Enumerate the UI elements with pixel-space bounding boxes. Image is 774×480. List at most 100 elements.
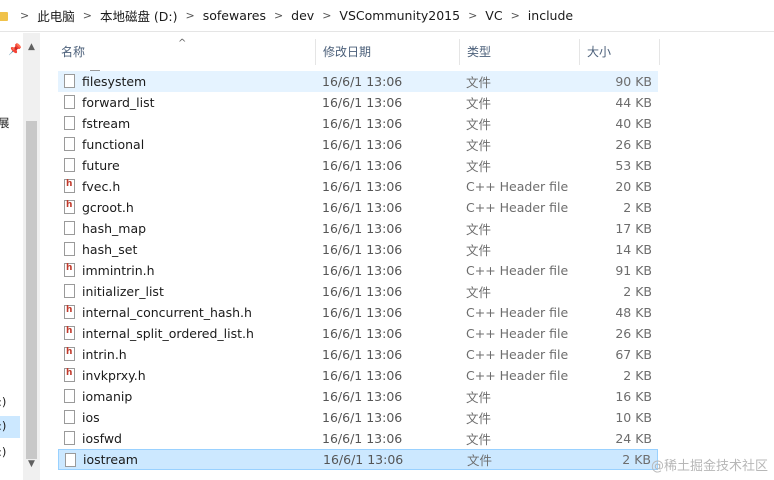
scroll-down-icon[interactable]: ▼: [27, 460, 36, 469]
file-name: internal_concurrent_hash.h: [82, 305, 252, 320]
file-row[interactable]: gcroot.h 16/6/1 13:06 C++ Header file 2 KB: [58, 197, 658, 218]
file-icon: [64, 74, 75, 88]
breadcrumb-separator-icon[interactable]: >: [314, 9, 339, 22]
breadcrumb-item[interactable]: VSCommunity2015: [339, 8, 460, 23]
file-icon: [65, 453, 76, 467]
column-name[interactable]: ^ 名称: [54, 38, 316, 71]
file-size: 14 KB: [615, 242, 652, 257]
file-date: 16/6/1 13:06: [322, 242, 403, 257]
file-type: 文件: [466, 222, 492, 237]
breadcrumb-item[interactable]: sofewares: [203, 8, 266, 23]
file-row[interactable]: invkprxy.h 16/6/1 13:06 C++ Header file 2 K…: [58, 365, 658, 386]
scroll-up-icon[interactable]: ▲: [27, 43, 36, 52]
nav-drive-label[interactable]: :): [0, 395, 6, 409]
file-date: 16/6/1 13:06: [322, 263, 403, 278]
nav-drive-label[interactable]: :): [0, 419, 6, 433]
file-row[interactable]: immintrin.h 16/6/1 13:06 C++ Header file 91…: [58, 260, 658, 281]
column-date[interactable]: 修改日期: [316, 39, 460, 65]
file-type: 文件: [466, 432, 492, 447]
pin-icon[interactable]: 📌: [8, 43, 22, 56]
header-file-icon: [64, 347, 75, 361]
file-row[interactable]: initializer_list 16/6/1 13:06 文件 2 KB: [58, 281, 658, 302]
file-row[interactable]: hash_set 16/6/1 13:06 文件 14 KB: [58, 239, 658, 260]
file-type: 文件: [466, 243, 492, 258]
breadcrumb-separator-icon[interactable]: >: [178, 9, 203, 22]
file-date: 16/6/1 13:06: [322, 389, 403, 404]
file-size: 26 KB: [615, 326, 652, 341]
file-row[interactable]: forward_list 16/6/1 13:06 文件 44 KB: [58, 92, 658, 113]
file-type: C++ Header file: [466, 263, 569, 278]
file-name: invkprxy.h: [82, 368, 146, 383]
nav-item-label[interactable]: 展: [0, 115, 10, 131]
file-type: 文件: [466, 411, 492, 426]
file-row[interactable]: internal_split_ordered_list.h 16/6/1 13:0…: [58, 323, 658, 344]
file-row[interactable]: fvec.h 16/6/1 13:06 C++ Header file 20 KB: [58, 176, 658, 197]
file-size: 48 KB: [615, 305, 652, 320]
file-icon: [64, 284, 75, 298]
file-icon: [64, 389, 75, 403]
folder-icon: [0, 11, 8, 21]
file-row[interactable]: fstream 16/6/1 13:06 文件 40 KB: [58, 113, 658, 134]
column-header: ^ 名称 修改日期 类型 大小: [54, 38, 660, 71]
file-row[interactable]: intrin.h 16/6/1 13:06 C++ Header file 67 KB: [58, 344, 658, 365]
column-size[interactable]: 大小: [580, 39, 660, 65]
file-name: intrin.h: [82, 347, 127, 362]
file-name: internal_split_ordered_list.h: [82, 326, 254, 341]
file-row[interactable]: hash_map 16/6/1 13:06 文件 17 KB: [58, 218, 658, 239]
file-rows: filesystem 16/6/1 13:06 文件 90 KB forward_lis…: [58, 71, 658, 470]
file-date: 16/6/1 13:06: [322, 284, 403, 299]
file-size: 17 KB: [615, 221, 652, 236]
header-file-icon: [64, 200, 75, 214]
breadcrumb-item[interactable]: 本地磁盘 (D:): [100, 6, 178, 25]
file-row[interactable]: functional 16/6/1 13:06 文件 26 KB: [58, 134, 658, 155]
scrollbar-thumb[interactable]: [26, 121, 37, 459]
sort-ascending-icon: ^: [178, 38, 187, 49]
column-type[interactable]: 类型: [460, 39, 580, 65]
file-date: 16/6/1 13:06: [322, 221, 403, 236]
file-size: 2 KB: [622, 452, 651, 467]
file-size: 67 KB: [615, 347, 652, 362]
file-type: C++ Header file: [466, 368, 569, 383]
breadcrumb-separator-icon[interactable]: >: [12, 9, 37, 22]
breadcrumb-item[interactable]: 此电脑: [37, 6, 75, 25]
file-date: 16/6/1 13:06: [322, 74, 403, 89]
breadcrumb-separator-icon[interactable]: >: [266, 9, 291, 22]
file-row[interactable]: ios 16/6/1 13:06 文件 10 KB: [58, 407, 658, 428]
nav-scrollbar[interactable]: ▲ ▼: [23, 33, 40, 480]
file-size: 2 KB: [623, 284, 652, 299]
file-row[interactable]: internal_concurrent_hash.h 16/6/1 13:06 C+…: [58, 302, 658, 323]
watermark: @稀土掘金技术社区: [650, 459, 768, 474]
breadcrumb-item[interactable]: dev: [291, 8, 314, 23]
header-file-icon: [64, 305, 75, 319]
file-name: iosfwd: [82, 431, 122, 446]
file-type: C++ Header file: [466, 179, 569, 194]
file-type: 文件: [466, 75, 492, 90]
file-type: 文件: [466, 390, 492, 405]
breadcrumb-separator-icon[interactable]: >: [75, 9, 100, 22]
file-row[interactable]: iomanip 16/6/1 13:06 文件 16 KB: [58, 386, 658, 407]
header-file-icon: [64, 263, 75, 277]
breadcrumb-separator-icon[interactable]: >: [460, 9, 485, 22]
file-size: 2 KB: [623, 368, 652, 383]
file-name: forward_list: [82, 95, 155, 110]
file-type: C++ Header file: [466, 326, 569, 341]
breadcrumb-separator-icon[interactable]: >: [503, 9, 528, 22]
file-row[interactable]: iosfwd 16/6/1 13:06 文件 24 KB: [58, 428, 658, 449]
file-size: 91 KB: [615, 263, 652, 278]
file-date: 16/6/1 13:06: [322, 305, 403, 320]
nav-drive-label[interactable]: :): [0, 445, 6, 459]
file-row[interactable]: future 16/6/1 13:06 文件 53 KB: [58, 155, 658, 176]
column-date-label: 修改日期: [323, 45, 372, 59]
file-row[interactable]: iostream 16/6/1 13:06 文件 2 KB: [58, 449, 658, 470]
navigation-pane: 📌 展 :) :) :) ▲ ▼: [0, 33, 44, 480]
file-row[interactable]: filesystem 16/6/1 13:06 文件 90 KB: [58, 71, 658, 92]
breadcrumb-item[interactable]: include: [528, 8, 573, 23]
address-bar[interactable]: > 此电脑 > 本地磁盘 (D:) > sofewares > dev > VSCommunity…: [0, 0, 774, 32]
file-name: iomanip: [82, 389, 133, 404]
file-icon: [64, 137, 75, 151]
file-name: future: [82, 158, 120, 173]
file-type: C++ Header file: [466, 200, 569, 215]
breadcrumb-item[interactable]: VC: [485, 8, 502, 23]
header-file-icon: [64, 368, 75, 382]
file-type: 文件: [466, 96, 492, 111]
